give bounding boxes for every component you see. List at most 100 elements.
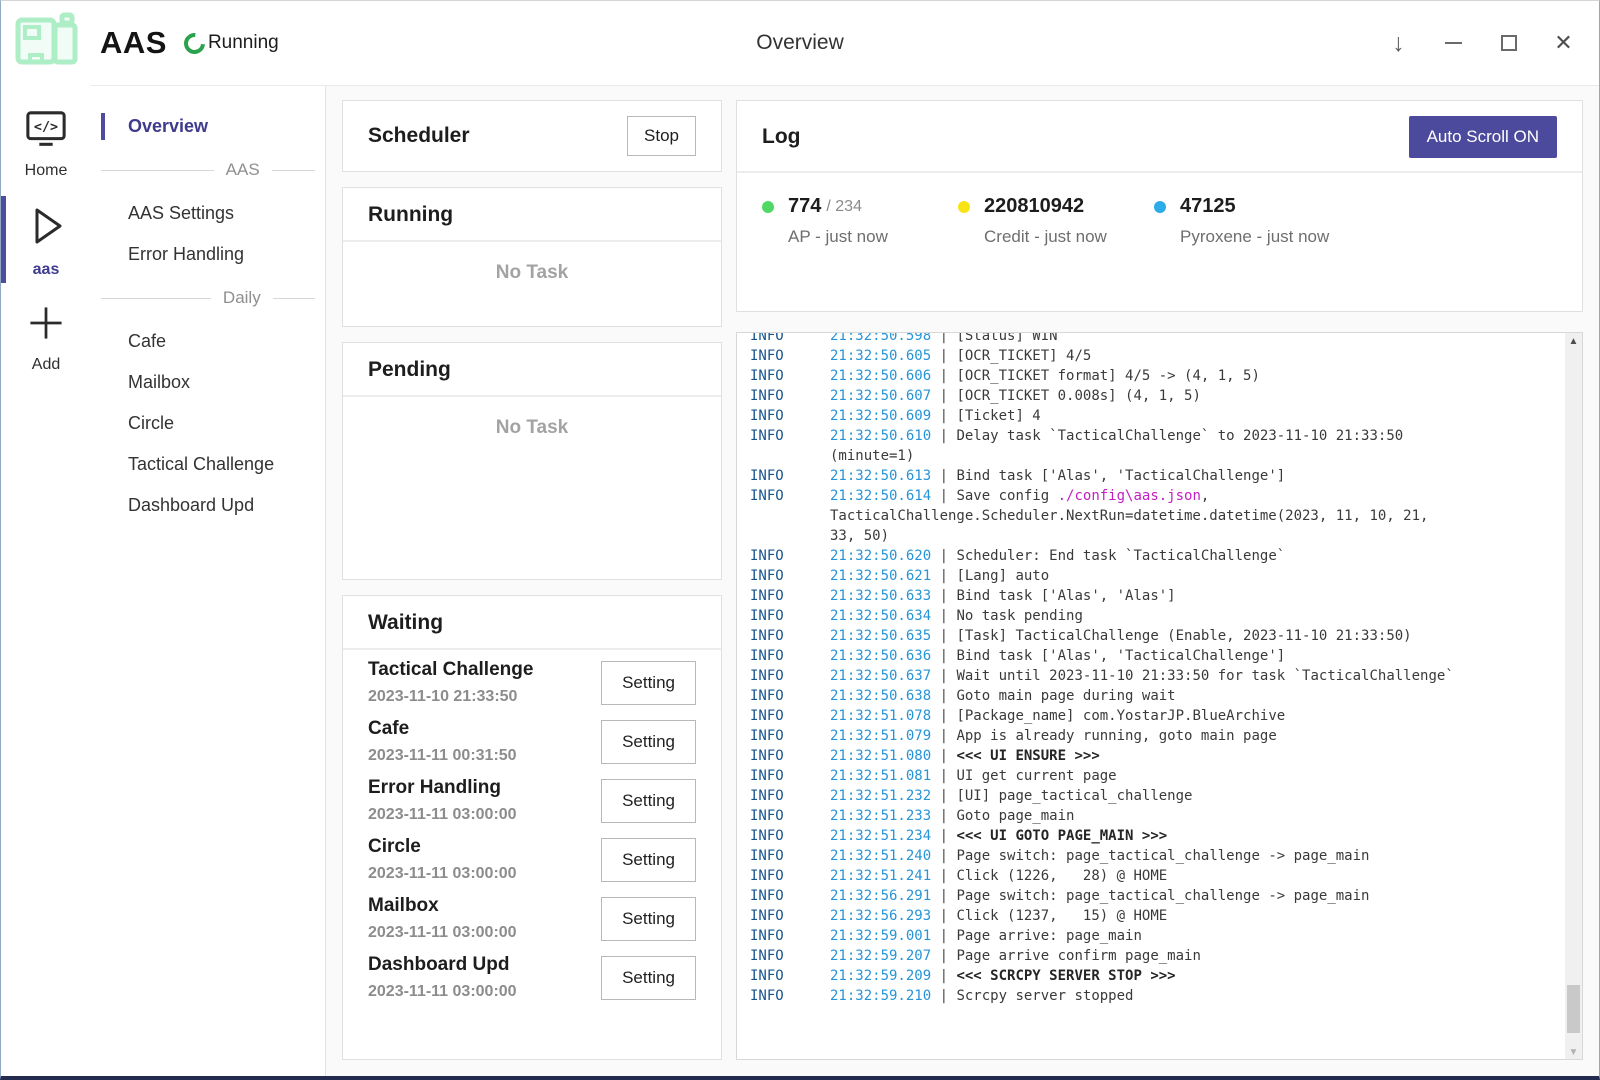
log-message: <<< UI ENSURE >>>: [956, 746, 1099, 766]
pending-title: Pending: [368, 358, 451, 382]
auto-scroll-toggle[interactable]: Auto Scroll ON: [1409, 116, 1557, 158]
resource-stats: 774/ 234AP - just now220810942Credit - j…: [737, 173, 1582, 247]
log-separator: |: [931, 586, 956, 606]
waiting-task-info: Mailbox2023-11-11 03:00:00: [368, 895, 517, 942]
setting-button[interactable]: Setting: [601, 956, 696, 1000]
log-line: INFO21:32:51.234 | <<< UI GOTO PAGE_MAIN…: [750, 826, 1565, 846]
log-separator: |: [931, 866, 956, 886]
log-separator: |: [931, 886, 956, 906]
log-timestamp: 21:32:51.240: [830, 846, 931, 866]
rail-item-home[interactable]: </> Home: [1, 101, 91, 186]
log-line: TacticalChallenge.Scheduler.NextRun=date…: [750, 506, 1565, 526]
log-separator: |: [931, 906, 956, 926]
setting-button[interactable]: Setting: [601, 661, 696, 705]
log-message: TacticalChallenge.Scheduler.NextRun=date…: [830, 506, 1428, 526]
waiting-task-name: Circle: [368, 836, 517, 858]
log-line: INFO21:32:50.614 | Save config ./config\…: [750, 486, 1565, 506]
sidebar-item-tactical-challenge[interactable]: Tactical Challenge: [91, 444, 325, 485]
log-line: INFO21:32:50.609 | [Ticket] 4: [750, 406, 1565, 426]
setting-button[interactable]: Setting: [601, 897, 696, 941]
waiting-task-time: 2023-11-11 03:00:00: [368, 924, 517, 942]
maximize-button[interactable]: [1481, 17, 1536, 69]
log-separator: |: [931, 826, 956, 846]
log-line: INFO21:32:51.241 | Click (1226, 28) @ HO…: [750, 866, 1565, 886]
waiting-task-time: 2023-11-11 03:00:00: [368, 983, 517, 1001]
log-separator: |: [931, 786, 956, 806]
rail-item-aas[interactable]: aas: [1, 194, 91, 285]
log-separator: |: [931, 646, 956, 666]
minimize-button[interactable]: [1426, 17, 1481, 69]
scroll-up-icon[interactable]: ▲: [1565, 336, 1582, 347]
waiting-task-info: Circle 2023-11-11 03:00:00: [368, 836, 517, 883]
sidebar-item-mailbox[interactable]: Mailbox: [91, 362, 325, 403]
log-level: INFO: [750, 806, 830, 826]
sidebar-item-aas-settings[interactable]: AAS Settings: [91, 193, 325, 234]
waiting-task-name: Error Handling: [368, 777, 517, 799]
log-separator: |: [931, 486, 956, 506]
log-timestamp: 21:32:59.209: [830, 966, 931, 986]
log-message: [UI] page_tactical_challenge: [956, 786, 1192, 806]
log-level: INFO: [750, 346, 830, 366]
log-column: Log Auto Scroll ON 774/ 234AP - just now…: [736, 100, 1583, 1060]
sidebar-item-cafe[interactable]: Cafe: [91, 321, 325, 362]
setting-button[interactable]: Setting: [601, 720, 696, 764]
log-timestamp: 21:32:50.609: [830, 406, 931, 426]
sidebar-item-error-handling[interactable]: Error Handling: [91, 234, 325, 275]
log-message: [OCR_TICKET 0.008s] (4, 1, 5): [956, 386, 1200, 406]
download-update-button[interactable]: ↓: [1371, 17, 1426, 69]
scroll-down-icon[interactable]: ▼: [1565, 1047, 1582, 1058]
close-icon: ✕: [1554, 30, 1572, 56]
close-button[interactable]: ✕: [1536, 17, 1591, 69]
log-scrollbar[interactable]: ▲ ▼: [1565, 333, 1582, 1059]
active-indicator: [101, 113, 105, 140]
rail-item-add[interactable]: Add: [1, 293, 91, 380]
sidebar-item-circle[interactable]: Circle: [91, 403, 325, 444]
stop-button[interactable]: Stop: [627, 116, 696, 156]
sidebar-item-overview[interactable]: Overview: [91, 106, 325, 147]
log-timestamp: 21:32:56.291: [830, 886, 931, 906]
setting-button[interactable]: Setting: [601, 838, 696, 882]
log-line: INFO21:32:59.207 | Page arrive confirm p…: [750, 946, 1565, 966]
log-level: INFO: [750, 746, 830, 766]
log-line: INFO21:32:51.232 | [UI] page_tactical_ch…: [750, 786, 1565, 806]
sidebar-section-label: Daily: [223, 288, 261, 308]
log-message: [OCR_TICKET] 4/5: [956, 346, 1091, 366]
log-level: INFO: [750, 366, 830, 386]
waiting-task-tactical-challenge: Tactical Challenge2023-11-10 21:33:50 Set…: [343, 650, 721, 709]
log-header: Log Auto Scroll ON: [737, 101, 1582, 173]
log-level: INFO: [750, 606, 830, 626]
stat-dot-icon: [762, 201, 774, 213]
setting-button[interactable]: Setting: [601, 779, 696, 823]
log-message: <<< SCRCPY SERVER STOP >>>: [956, 966, 1175, 986]
waiting-task-time: 2023-11-11 03:00:00: [368, 806, 517, 824]
waiting-task-info: Cafe2023-11-11 00:31:50: [368, 718, 517, 765]
stat-top: 774/ 234: [762, 195, 958, 218]
log-message: [Lang] auto: [956, 566, 1049, 586]
log-line: INFO21:32:59.210 | Scrcpy server stopped: [750, 986, 1565, 1006]
log-separator: |: [931, 926, 956, 946]
log-separator: |: [931, 566, 956, 586]
sidebar-item-label: Overview: [128, 116, 208, 136]
scheduler-column: Scheduler Stop Running No Task Pending N…: [342, 100, 722, 1060]
log-line: INFO21:32:50.607 | [OCR_TICKET 0.008s] (…: [750, 386, 1565, 406]
sidebar-item-label: Dashboard Upd: [128, 495, 254, 515]
log-separator: |: [931, 686, 956, 706]
log-timestamp: 21:32:59.001: [830, 926, 931, 946]
waiting-task-time: 2023-11-11 03:00:00: [368, 865, 517, 883]
waiting-task-info: Tactical Challenge2023-11-10 21:33:50: [368, 659, 533, 706]
running-spinner-icon: [180, 28, 210, 58]
play-icon: [22, 202, 70, 255]
log-message: [Ticket] 4: [956, 406, 1040, 426]
stat-label: Credit - just now: [958, 227, 1154, 247]
log-message: Scrcpy server stopped: [956, 986, 1133, 1006]
log-message: Goto page_main: [956, 806, 1074, 826]
waiting-header: Waiting: [343, 596, 721, 650]
sidebar-item-dashboard-upd[interactable]: Dashboard Upd: [91, 485, 325, 526]
log-timestamp: 21:32:51.081: [830, 766, 931, 786]
log-title: Log: [762, 125, 800, 149]
scrollbar-thumb[interactable]: [1567, 985, 1580, 1033]
sidebar-section-label: AAS: [226, 160, 260, 180]
log-level: INFO: [750, 333, 830, 346]
log-level: INFO: [750, 626, 830, 646]
log-timestamp: 21:32:50.607: [830, 386, 931, 406]
